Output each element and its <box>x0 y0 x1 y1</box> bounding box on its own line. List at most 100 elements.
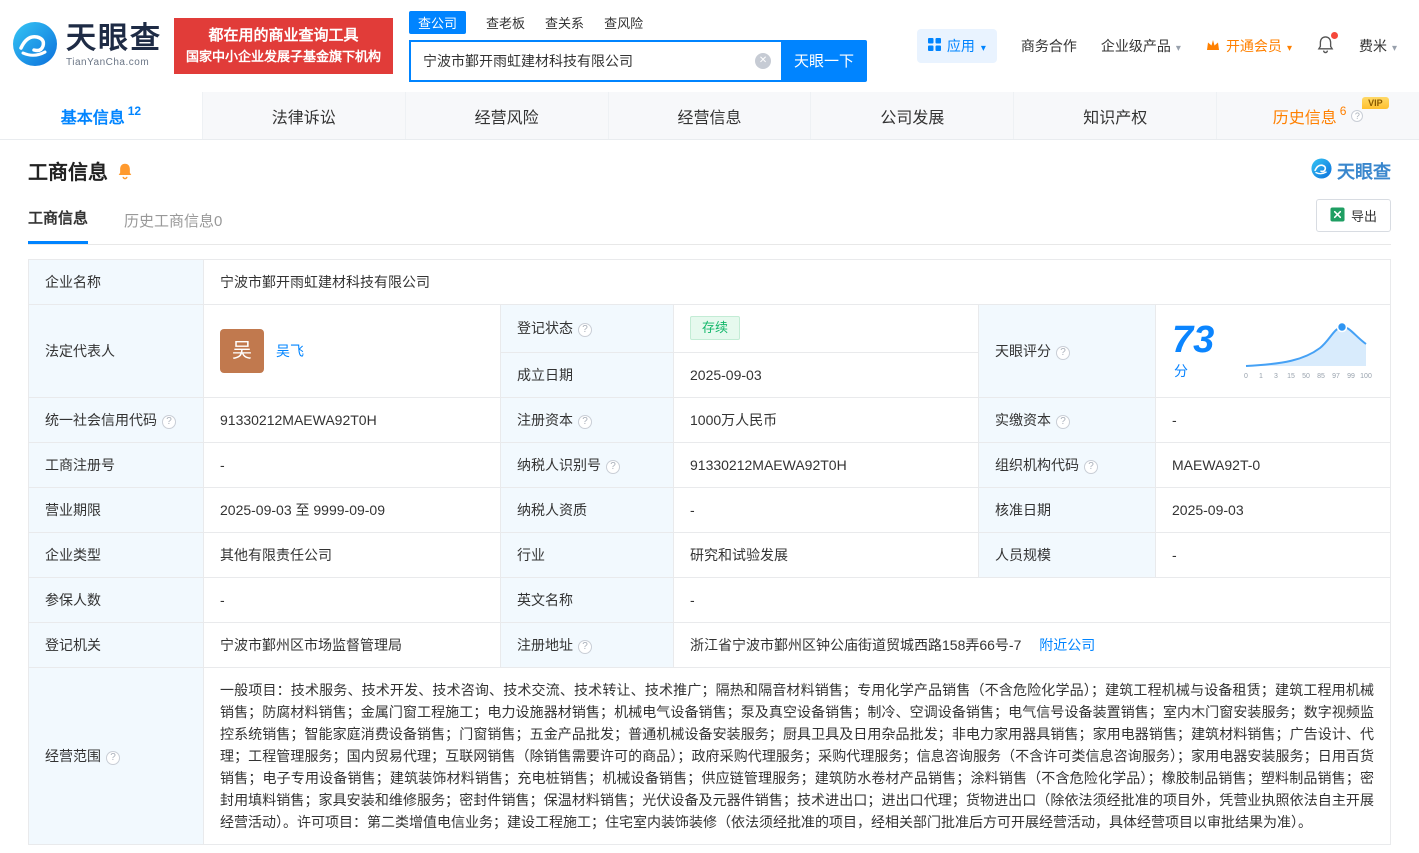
svg-text:99: 99 <box>1347 373 1355 380</box>
tianyancha-logo-icon <box>1311 158 1332 184</box>
search-tab-company[interactable]: 查公司 <box>409 11 466 34</box>
field-value-score: 73分 0 1 3 15 50 85 97 <box>1156 305 1391 398</box>
field-value-insured-count: - <box>204 578 501 623</box>
field-label-company-name: 企业名称 <box>29 260 204 305</box>
table-row: 登记机关 宁波市鄞州区市场监督管理局 注册地址 浙江省宁波市鄞州区钟公庙街道贸城… <box>29 623 1391 668</box>
field-label-reg-capital: 注册资本 <box>501 398 674 443</box>
table-row: 法定代表人 吴 吴飞 登记状态 存续 天眼评分 73分 <box>29 305 1391 353</box>
tab-operating-info-label: 经营信息 <box>678 104 742 128</box>
table-row: 企业类型 其他有限责任公司 行业 研究和试验发展 人员规模 - <box>29 533 1391 578</box>
open-vip-label: 开通会员 <box>1226 36 1282 56</box>
score-curve-chart: 0 1 3 15 50 85 97 99 100 <box>1242 316 1374 386</box>
chevron-down-icon <box>1392 38 1397 54</box>
chevron-down-icon <box>1287 38 1292 54</box>
svg-text:1: 1 <box>1259 373 1263 380</box>
export-button[interactable]: 导出 <box>1316 199 1391 232</box>
tab-basic-info-label: 基本信息 <box>61 104 125 128</box>
search-area: 查公司 查老板 查关系 查风险 天眼一下 <box>409 11 867 82</box>
section-title: 工商信息 <box>28 156 108 185</box>
field-value-approved-date: 2025-09-03 <box>1156 488 1391 533</box>
business-info-table: 企业名称 宁波市鄞开雨虹建材科技有限公司 法定代表人 吴 吴飞 登记状态 存续 … <box>28 259 1391 845</box>
tianyancha-logo[interactable]: 天眼查 TianYanCha.com <box>12 21 162 72</box>
subtab-current-info[interactable]: 工商信息 <box>28 207 88 244</box>
clear-search-icon[interactable] <box>755 53 771 69</box>
enterprise-products-menu[interactable]: 企业级产品 <box>1101 36 1181 56</box>
info-icon[interactable] <box>1056 346 1070 360</box>
apps-menu[interactable]: 应用 <box>917 29 997 63</box>
field-label-org-code: 组织机构代码 <box>979 443 1156 488</box>
svg-text:85: 85 <box>1317 373 1325 380</box>
info-icon[interactable] <box>1056 415 1070 429</box>
tab-operating-risk[interactable]: 经营风险 <box>406 92 609 139</box>
open-vip-menu[interactable]: 开通会员 <box>1205 36 1292 56</box>
tab-operating-risk-label: 经营风险 <box>475 104 539 128</box>
field-value-staff-size: - <box>1156 533 1391 578</box>
field-label-taxpayer-id: 纳税人识别号 <box>501 443 674 488</box>
promo-line1: 都在用的商业查询工具 <box>186 25 381 46</box>
nearby-companies-link[interactable]: 附近公司 <box>1039 637 1095 653</box>
logo-name: 天眼查 <box>66 24 162 54</box>
field-label-approved-date: 核准日期 <box>979 488 1156 533</box>
search-tab-boss[interactable]: 查老板 <box>486 13 525 32</box>
info-icon[interactable] <box>578 415 592 429</box>
apps-label: 应用 <box>947 36 975 56</box>
field-value-reg-capital: 1000万人民币 <box>674 398 979 443</box>
field-label-registered-address: 注册地址 <box>501 623 674 668</box>
search-tab-risk[interactable]: 查风险 <box>604 13 643 32</box>
table-row: 工商注册号 - 纳税人识别号 91330212MAEWA92T0H 组织机构代码… <box>29 443 1391 488</box>
search-tab-relation[interactable]: 查关系 <box>545 13 584 32</box>
tab-basic-info[interactable]: 基本信息 12 <box>0 92 203 139</box>
tab-basic-info-count: 12 <box>128 104 141 118</box>
chevron-down-icon <box>1176 38 1181 54</box>
field-label-english-name: 英文名称 <box>501 578 674 623</box>
field-value-org-code: MAEWA92T-0 <box>1156 443 1391 488</box>
business-cooperation-link[interactable]: 商务合作 <box>1021 36 1077 56</box>
subtab-history-info[interactable]: 历史工商信息0 <box>124 210 222 244</box>
enterprise-products-label: 企业级产品 <box>1101 36 1171 56</box>
field-label-credit-code: 统一社会信用代码 <box>29 398 204 443</box>
username: 费米 <box>1359 36 1387 56</box>
field-label-industry: 行业 <box>501 533 674 578</box>
logo-domain: TianYanCha.com <box>66 58 162 68</box>
info-icon[interactable] <box>1351 110 1363 122</box>
svg-text:3: 3 <box>1274 373 1278 380</box>
subscribe-bell-icon[interactable] <box>116 162 134 180</box>
brand-watermark: 天眼查 <box>1311 158 1391 184</box>
field-value-established-date: 2025-09-03 <box>674 352 979 398</box>
info-icon[interactable] <box>106 751 120 765</box>
info-icon[interactable] <box>578 323 592 337</box>
svg-text:0: 0 <box>1244 373 1248 380</box>
user-menu[interactable]: 费米 <box>1359 36 1397 56</box>
tab-company-development[interactable]: 公司发展 <box>811 92 1014 139</box>
svg-text:100: 100 <box>1360 373 1372 380</box>
field-value-industry: 研究和试验发展 <box>674 533 979 578</box>
info-icon[interactable] <box>578 640 592 654</box>
search-button[interactable]: 天眼一下 <box>781 40 867 82</box>
info-icon[interactable] <box>1084 460 1098 474</box>
field-value-business-scope: 一般项目：技术服务、技术开发、技术咨询、技术交流、技术转让、技术推广；隔热和隔音… <box>204 668 1391 845</box>
field-label-paid-capital: 实缴资本 <box>979 398 1156 443</box>
search-input[interactable] <box>409 40 781 82</box>
field-value-business-term: 2025-09-03 至 9999-09-09 <box>204 488 501 533</box>
score-unit: 分 <box>1174 363 1188 379</box>
field-label-registration-authority: 登记机关 <box>29 623 204 668</box>
tab-intellectual-property[interactable]: 知识产权 <box>1014 92 1217 139</box>
legal-rep-link[interactable]: 吴飞 <box>276 340 304 362</box>
promo-line2: 国家中小企业发展子基金旗下机构 <box>186 46 381 67</box>
legal-rep-avatar[interactable]: 吴 <box>220 329 264 373</box>
tab-history-info[interactable]: 历史信息 6 VIP <box>1217 92 1419 139</box>
field-value-company-name: 宁波市鄞开雨虹建材科技有限公司 <box>204 260 1391 305</box>
top-header: 天眼查 TianYanCha.com 都在用的商业查询工具 国家中小企业发展子基… <box>0 0 1419 92</box>
field-value-legal-rep: 吴 吴飞 <box>204 305 501 398</box>
status-badge: 存续 <box>690 316 740 340</box>
info-icon[interactable] <box>606 460 620 474</box>
field-label-business-scope: 经营范围 <box>29 668 204 845</box>
field-value-paid-capital: - <box>1156 398 1391 443</box>
main-content: 工商信息 天眼查 工商信息 历史工商信息0 <box>0 156 1419 845</box>
notifications-bell[interactable] <box>1316 35 1335 57</box>
top-right-menu: 应用 商务合作 企业级产品 开通会员 费米 <box>917 29 1397 63</box>
tab-legal-lawsuits[interactable]: 法律诉讼 <box>203 92 406 139</box>
info-icon[interactable] <box>162 415 176 429</box>
tab-operating-info[interactable]: 经营信息 <box>609 92 812 139</box>
tab-history-info-count: 6 <box>1340 104 1347 118</box>
